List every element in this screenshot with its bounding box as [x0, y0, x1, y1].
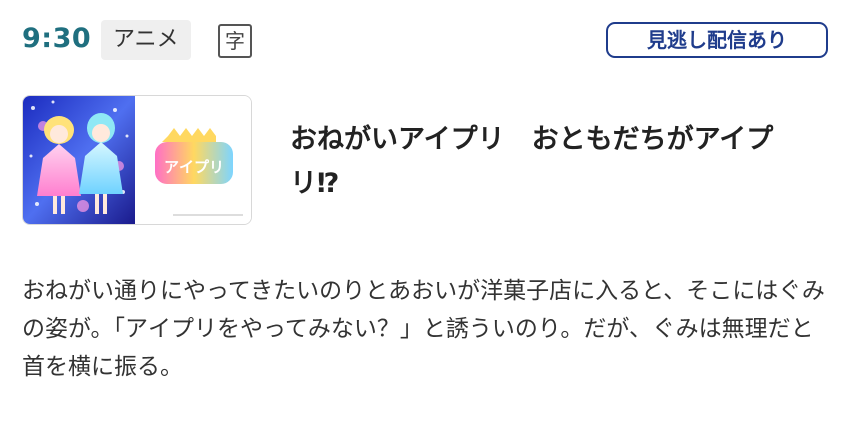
program-meta-row: 9:30 アニメ 字 見逃し配信あり [22, 20, 828, 60]
anime-key-visual-image: アイプリ [23, 96, 251, 224]
program-title[interactable]: おねがいアイプリ おともだちがアイプリ⁉ [290, 118, 820, 206]
catchup-available-badge[interactable]: 見逃し配信あり [606, 22, 828, 58]
program-card[interactable]: 9:30 アニメ 字 見逃し配信あり アイプリ おねがいアイプリ おともだちがア… [0, 0, 850, 422]
program-thumbnail[interactable]: アイプリ [22, 95, 252, 225]
broadcast-time: 9:30 [22, 23, 92, 54]
genre-badge: アニメ [101, 20, 191, 60]
thumbnail-logo: アイプリ [164, 158, 224, 176]
subtitle-icon: 字 [218, 24, 252, 58]
program-description: おねがい通りにやってきたいのりとあおいが洋菓子店に入ると、そこにはぐみの姿が。「… [22, 278, 825, 380]
